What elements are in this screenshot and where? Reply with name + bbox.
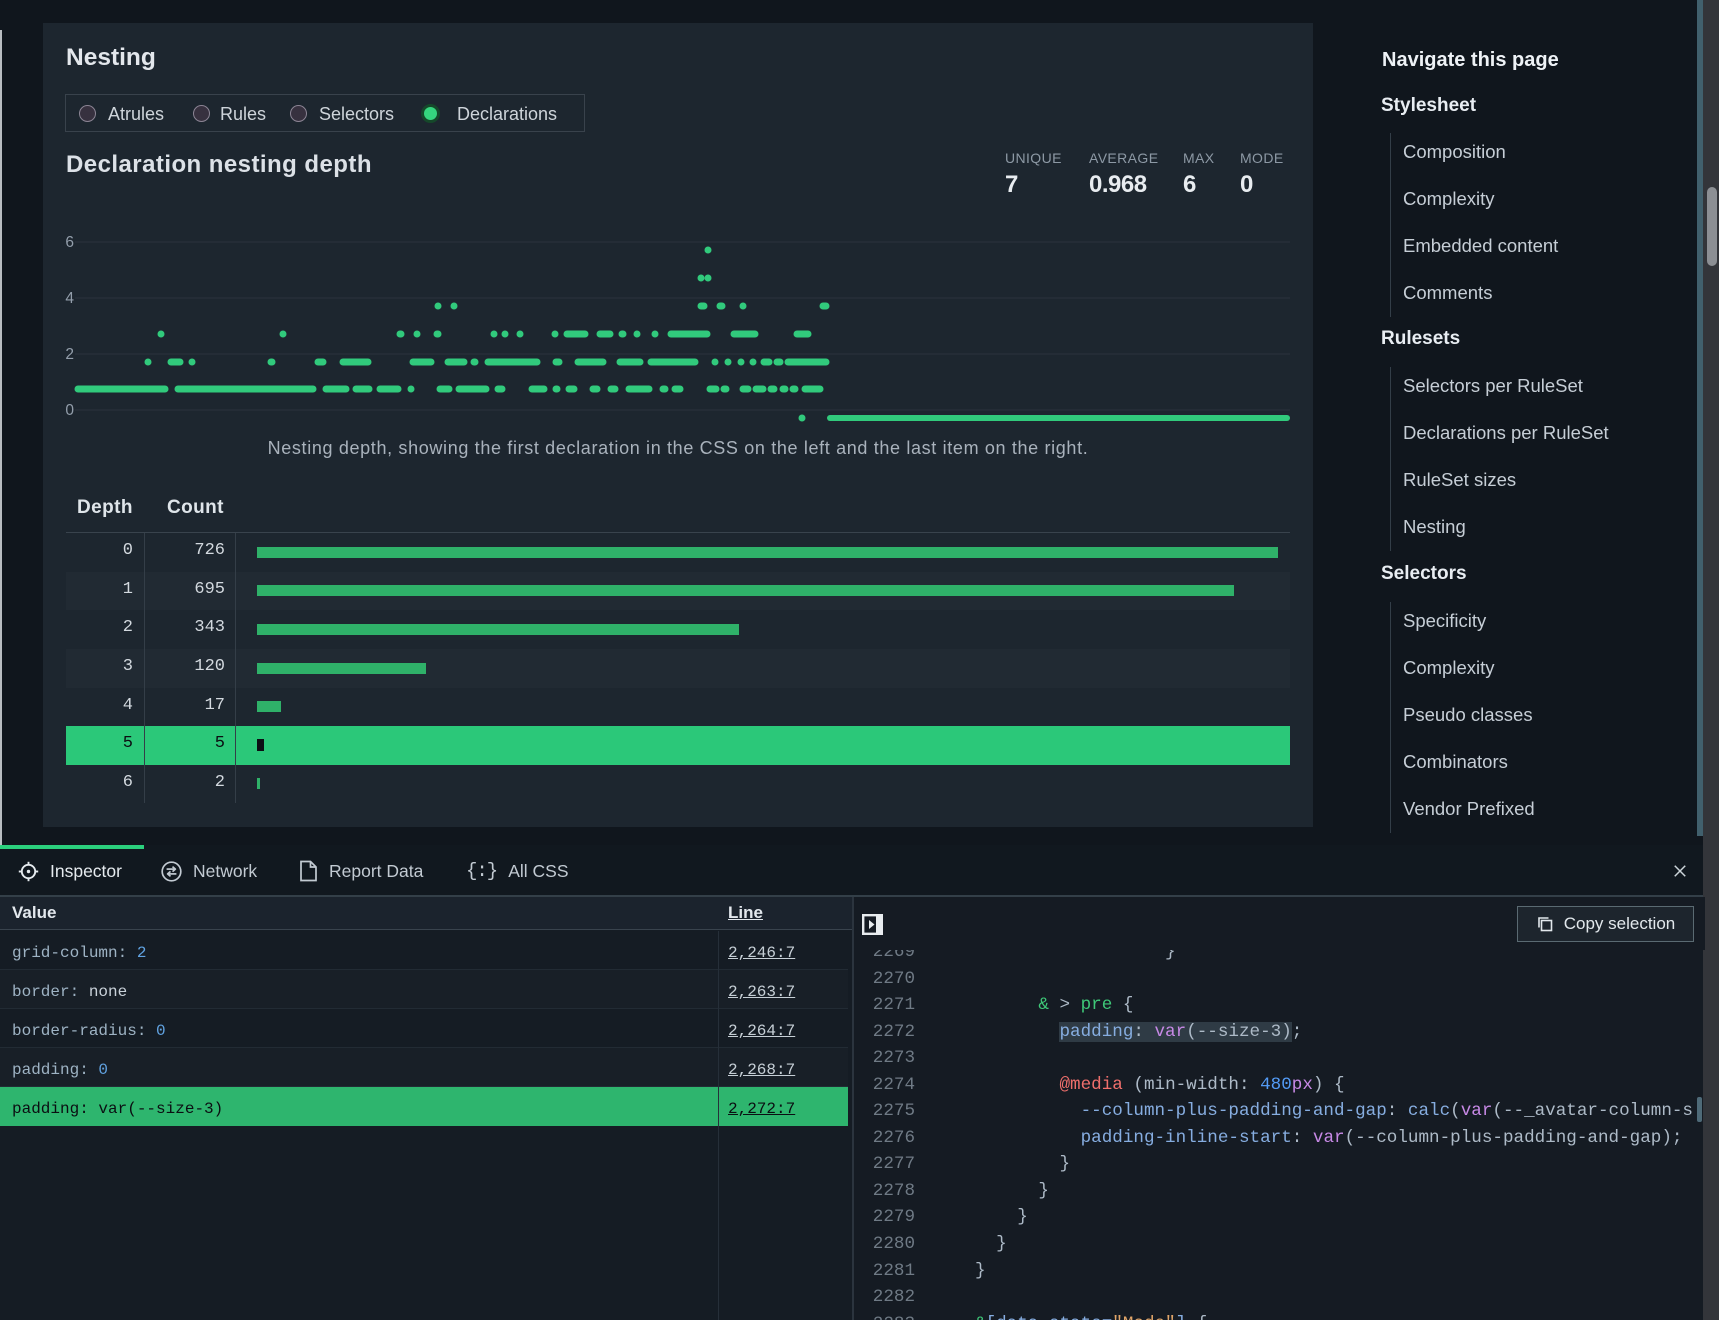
svg-text:6: 6 xyxy=(65,234,74,251)
svg-text:4: 4 xyxy=(65,290,74,307)
svg-text:2: 2 xyxy=(65,346,74,363)
svg-text:0: 0 xyxy=(65,402,74,419)
